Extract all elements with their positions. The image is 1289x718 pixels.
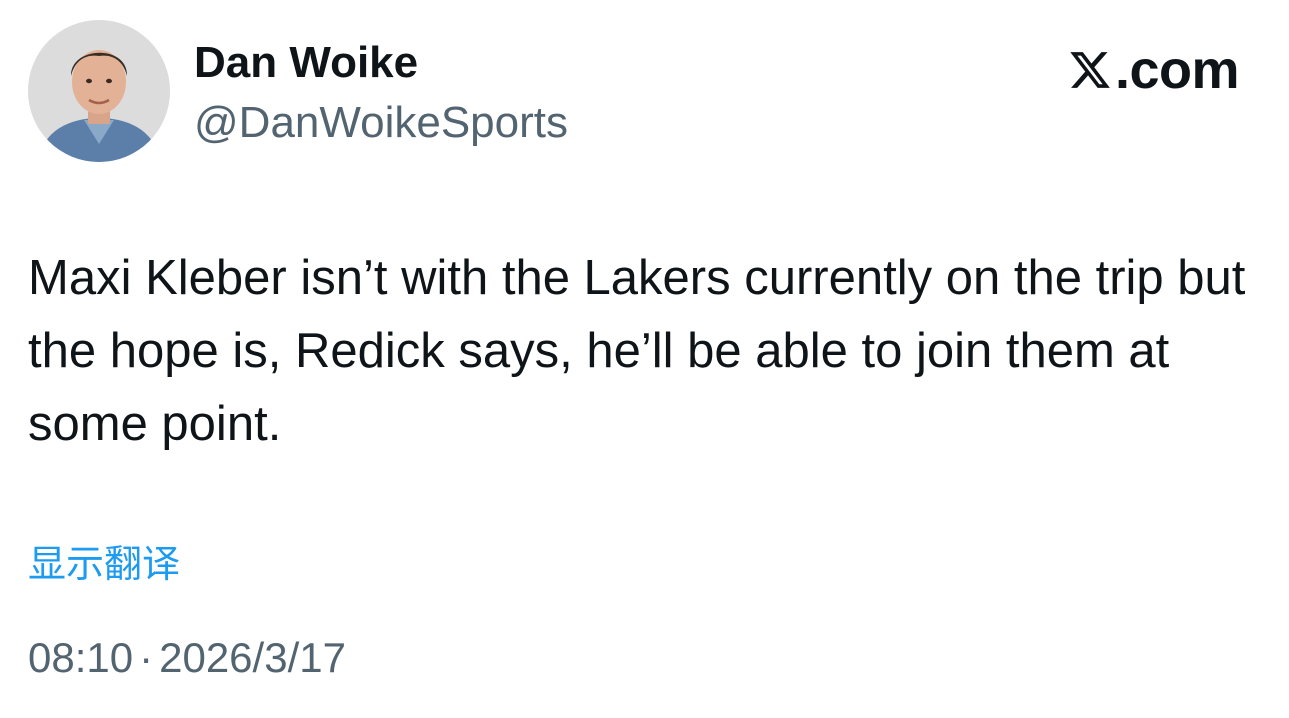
tweet-text: Maxi Kleber isn’t with the Lakers curren… bbox=[28, 251, 1260, 451]
author-display-name[interactable]: Dan Woike bbox=[194, 38, 418, 88]
x-logo-icon bbox=[1070, 52, 1110, 88]
avatar-photo bbox=[28, 20, 170, 162]
show-translation-link[interactable]: 显示翻译 bbox=[28, 538, 180, 590]
avatar[interactable] bbox=[28, 20, 170, 162]
meta-separator: · bbox=[139, 634, 154, 681]
brand-domain-text: .com bbox=[1114, 40, 1240, 100]
tweet-timestamp[interactable]: 08:10 · 2026/3/17 bbox=[28, 632, 346, 684]
tweet-date: 2026/3/17 bbox=[159, 634, 346, 681]
author-handle[interactable]: @DanWoikeSports bbox=[194, 98, 568, 148]
tweet-time: 08:10 bbox=[28, 634, 134, 681]
x-com-brand: .com bbox=[1068, 38, 1240, 102]
